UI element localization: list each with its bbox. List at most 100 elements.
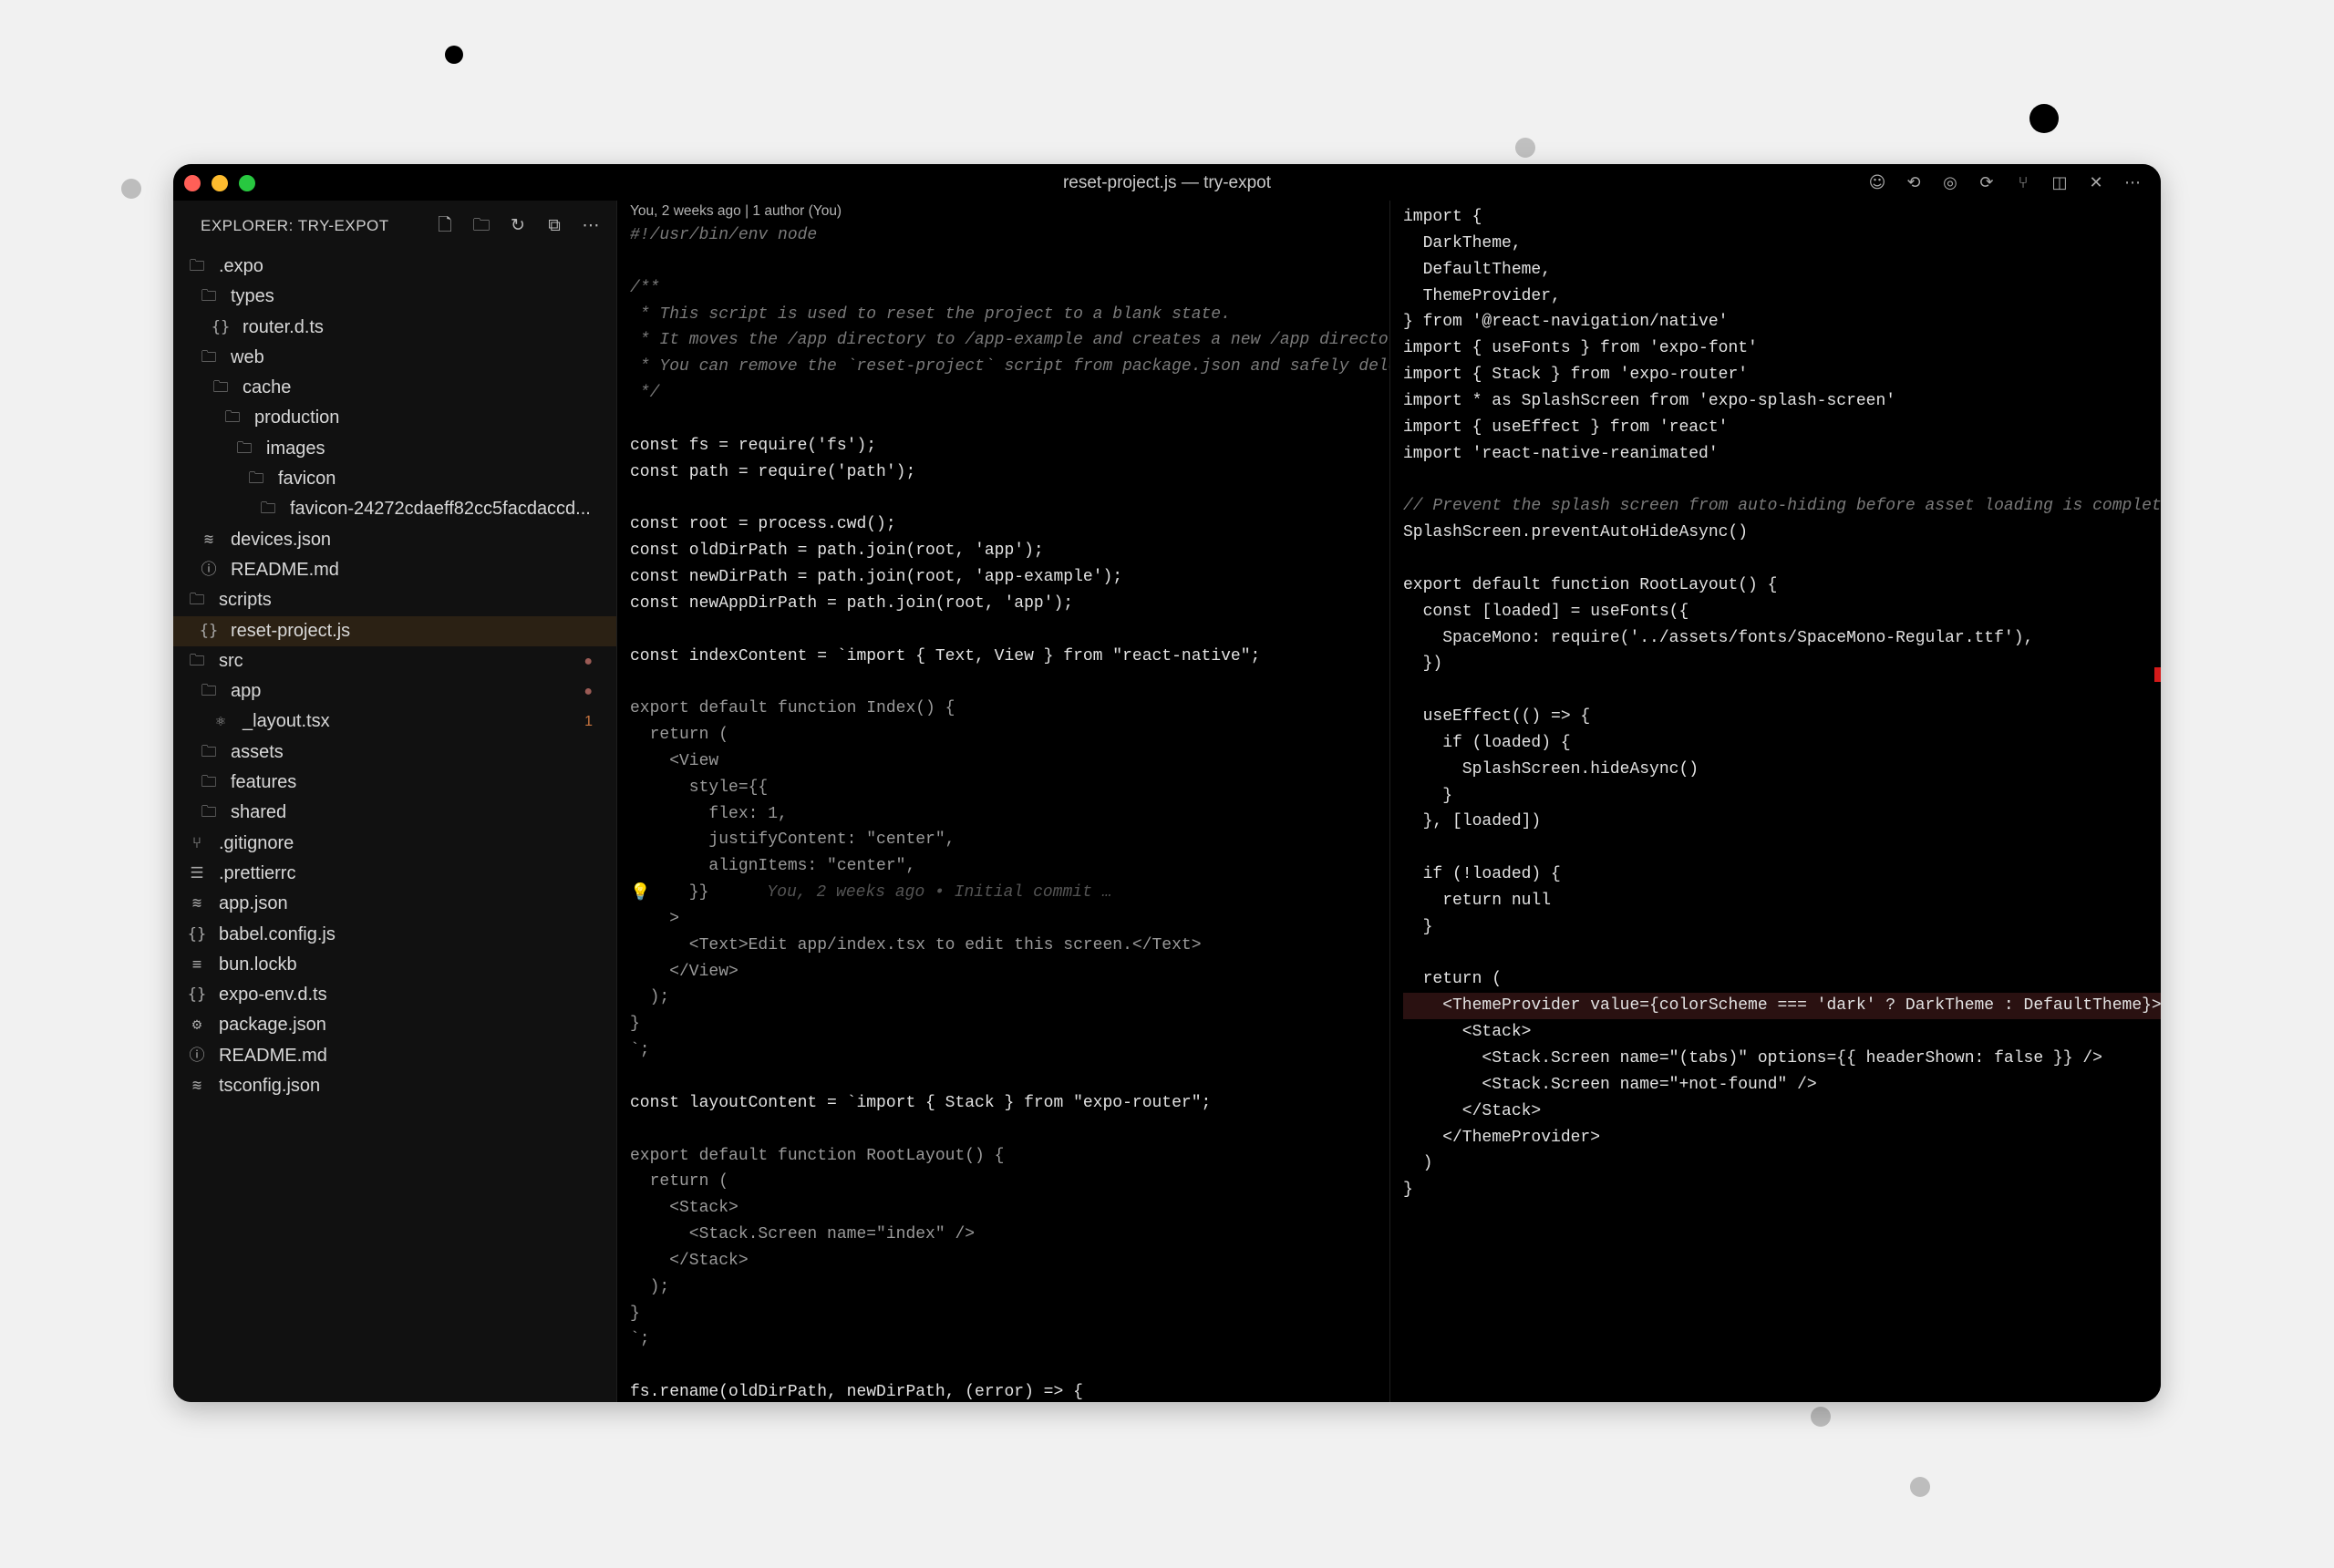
code-line-text: const fs = require('fs'); xyxy=(630,436,877,455)
file-tree-item[interactable]: 🗀 .expo xyxy=(173,252,616,282)
collapse-icon[interactable]: ⧉ xyxy=(540,211,569,239)
forward-arrow-icon[interactable]: ⟳ xyxy=(1973,171,2000,195)
file-tree-item[interactable]: 🗀 cache xyxy=(173,373,616,403)
file-tree-item[interactable]: ⑂ .gitignore xyxy=(173,829,616,859)
more-icon[interactable]: ⋯ xyxy=(2119,171,2146,195)
file-tree-item[interactable]: 🗀 types xyxy=(173,282,616,312)
file-tree-item-label: babel.config.js xyxy=(219,923,336,944)
file-tree-item[interactable]: 🗀 favicon xyxy=(173,464,616,494)
file-tree-item[interactable]: ☰ .prettierrc xyxy=(173,859,616,889)
file-tree-item-label: favicon xyxy=(278,469,336,490)
code-line: justifyContent: "center", xyxy=(630,827,1389,853)
branch-icon[interactable]: ⑂ xyxy=(2009,171,2037,195)
code-line-text: </Stack> xyxy=(630,1251,749,1270)
code-line-text: ) xyxy=(1403,1154,1433,1173)
file-tree-item[interactable]: ≋ devices.json xyxy=(173,525,616,555)
code-line: <Stack.Screen name="(tabs)" options={{ h… xyxy=(1403,1046,2161,1072)
code-line-text: const [loaded] = useFonts({ xyxy=(1403,602,1689,621)
git-branch-icon: ⑂ xyxy=(191,833,202,852)
new-folder-icon[interactable]: 🗀 xyxy=(467,211,496,239)
file-tree-item[interactable]: 🗀 app ● xyxy=(173,676,616,707)
lines-icon: ≡ xyxy=(191,954,202,974)
code-line-text: import 'react-native-reanimated' xyxy=(1403,444,1719,463)
file-tree-item[interactable]: ⚙ package.json xyxy=(173,1010,616,1040)
close-icon[interactable]: ✕ xyxy=(2082,171,2110,195)
lightbulb-icon[interactable]: 💡 xyxy=(630,880,650,906)
file-tree-item[interactable]: ⓘ README.md xyxy=(173,1041,616,1071)
code-area[interactable]: import { DarkTheme, DefaultTheme, ThemeP… xyxy=(1390,201,2161,1203)
code-line: } xyxy=(1403,1177,2161,1203)
file-tree-item-label: scripts xyxy=(219,590,272,611)
code-line-text: <Stack.Screen name="+not-found" /> xyxy=(1403,1075,1817,1094)
file-tree-item[interactable]: 🗀 production xyxy=(173,403,616,433)
editor-pane-left[interactable]: You, 2 weeks ago | 1 author (You) #!/usr/… xyxy=(617,201,1390,1402)
folder-icon: 🗀 xyxy=(201,803,217,822)
file-tree-item-label: tsconfig.json xyxy=(219,1076,321,1097)
refresh-icon[interactable]: ↻ xyxy=(503,211,532,239)
file-tree-item[interactable]: 🗀 favicon-24272cdaeff82cc5facdaccd... xyxy=(173,494,616,524)
split-layout-icon[interactable]: ◫ xyxy=(2046,171,2073,195)
file-tree-item-label: favicon-24272cdaeff82cc5facdaccd... xyxy=(290,499,591,520)
file-tree-item[interactable]: 🗀 shared xyxy=(173,798,616,828)
file-tree-item-label: production xyxy=(254,407,340,428)
smiley-icon[interactable]: ☺ xyxy=(1864,171,1891,195)
file-tree-item[interactable]: ≋ tsconfig.json xyxy=(173,1071,616,1101)
code-line-text: return ( xyxy=(1403,970,1503,989)
code-line-text: export default function RootLayout() { xyxy=(1403,575,1778,594)
code-line-text: }, [loaded]) xyxy=(1403,812,1542,831)
file-tree-item[interactable]: 🗀 features xyxy=(173,768,616,798)
file-tree-item[interactable]: 🗀 src ● xyxy=(173,646,616,676)
code-line-text: #!/usr/bin/env node xyxy=(630,226,818,244)
code-line: ThemeProvider, xyxy=(1403,284,2161,310)
modified-indicator: ● xyxy=(584,684,593,700)
file-tree-item-label: .expo xyxy=(219,256,263,276)
code-line-text: </Stack> xyxy=(1403,1101,1542,1120)
file-tree-item[interactable]: ⓘ README.md xyxy=(173,555,616,585)
code-line: <ThemeProvider value={colorScheme === 'd… xyxy=(1403,993,2161,1020)
code-line-text: } xyxy=(1403,917,1433,936)
code-line: const newDirPath = path.join(root, 'app-… xyxy=(630,564,1389,591)
code-line: import { xyxy=(1403,204,2161,231)
file-tree-item[interactable]: 🗀 web xyxy=(173,343,616,373)
editor-pane-right[interactable]: import { DarkTheme, DefaultTheme, ThemeP… xyxy=(1390,201,2161,1402)
git-icon[interactable]: ◎ xyxy=(1936,171,1964,195)
window-title: reset-project.js — try-expot xyxy=(1062,173,1272,192)
file-tree-item[interactable]: 🗀 images xyxy=(173,434,616,464)
code-line: return null xyxy=(1403,888,2161,914)
code-line: ); xyxy=(630,985,1389,1011)
react-icon: ⚛ xyxy=(215,712,226,731)
git-blame-header[interactable]: You, 2 weeks ago | 1 author (You) xyxy=(630,201,1389,222)
code-line-text: DarkTheme, xyxy=(1403,233,1522,253)
code-line-text: return null xyxy=(1403,891,1552,910)
code-area[interactable]: You, 2 weeks ago | 1 author (You) #!/usr/… xyxy=(617,201,1389,1402)
more-icon[interactable]: ⋯ xyxy=(576,211,605,239)
code-line: return ( xyxy=(1403,966,2161,993)
database-icon: ≋ xyxy=(191,894,202,913)
code-line: export default function Index() { xyxy=(630,696,1389,722)
file-tree-item[interactable]: {} expo-env.d.ts xyxy=(173,980,616,1010)
decorative-dot xyxy=(1811,1407,1831,1427)
file-tree-item[interactable]: ≡ bun.lockb xyxy=(173,950,616,980)
code-line-text: SplashScreen.preventAutoHideAsync() xyxy=(1403,523,1749,542)
code-line-text: if (loaded) { xyxy=(1403,733,1571,752)
new-file-icon[interactable]: 🗋 xyxy=(430,211,460,239)
code-line: * This script is used to reset the proje… xyxy=(630,302,1389,328)
file-tree-item-label: src xyxy=(219,650,243,671)
file-tree-item[interactable]: 🗀 scripts xyxy=(173,585,616,615)
file-tree-item-label: _layout.tsx xyxy=(243,711,330,732)
file-tree-item[interactable]: ⚛ _layout.tsx 1 xyxy=(173,707,616,737)
file-tree-item[interactable]: ≋ app.json xyxy=(173,889,616,919)
code-line: SplashScreen.preventAutoHideAsync() xyxy=(1403,520,2161,546)
file-tree-item[interactable]: {} babel.config.js xyxy=(173,920,616,950)
code-line-text: import { xyxy=(1403,208,1482,226)
file-tree-item[interactable]: {} reset-project.js xyxy=(173,615,616,646)
problem-count-badge: 1 xyxy=(584,714,593,730)
code-line-text: // Prevent the splash screen from auto-h… xyxy=(1403,497,2161,516)
back-arrow-icon[interactable]: ⟲ xyxy=(1900,171,1927,195)
file-tree-item[interactable]: {} router.d.ts xyxy=(173,313,616,343)
file-tree-item[interactable]: 🗀 assets xyxy=(173,738,616,768)
file-tree-item-label: README.md xyxy=(231,559,339,580)
